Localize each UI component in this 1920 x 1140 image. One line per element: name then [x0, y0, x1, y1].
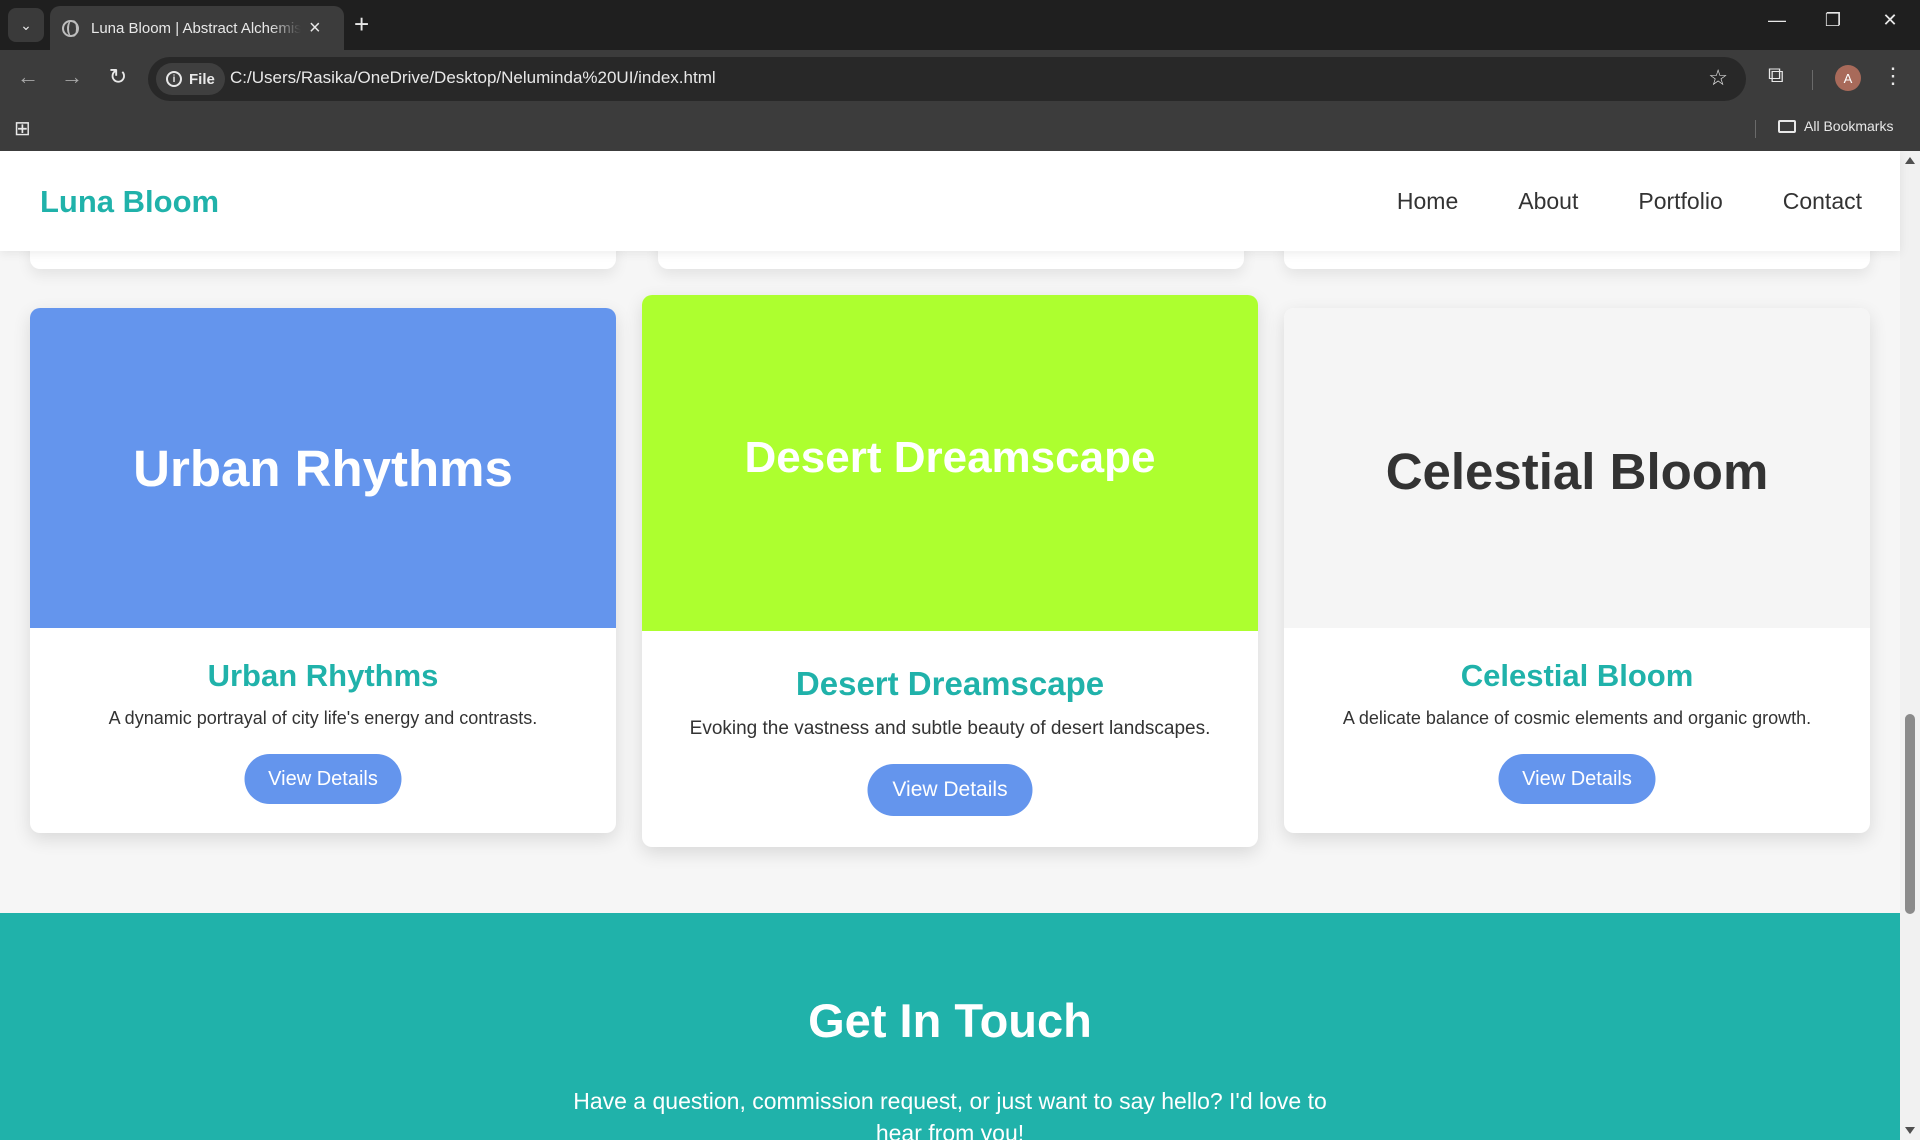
site-header: Luna Bloom Home About Portfolio Contact: [0, 151, 1900, 251]
card-description: A dynamic portrayal of city life's energ…: [108, 708, 538, 728]
card-title: Desert Dreamscape: [795, 665, 1105, 702]
contact-heading: Get In Touch: [808, 994, 1092, 1047]
artwork-image: Desert Dreamscape: [642, 295, 1258, 631]
page-scrollbar[interactable]: [1900, 151, 1920, 1140]
view-details-button[interactable]: View Details: [1498, 754, 1656, 804]
view-details-button[interactable]: View Details: [244, 754, 402, 804]
address-bar[interactable]: i File C:/Users/Rasika/OneDrive/Desktop/…: [148, 57, 1746, 101]
url-text[interactable]: C:/Users/Rasika/OneDrive/Desktop/Nelumin…: [230, 68, 716, 88]
tab-title: Luna Bloom | Abstract Alchemist: [91, 19, 301, 37]
new-tab-button[interactable]: +: [354, 11, 369, 37]
globe-icon: [62, 19, 79, 37]
card-description: A delicate balance of cosmic elements an…: [1342, 708, 1812, 728]
profile-avatar[interactable]: A: [1835, 65, 1861, 91]
browser-tab[interactable]: Luna Bloom | Abstract Alchemist ×: [50, 6, 344, 50]
page-viewport: Luna Bloom Home About Portfolio Contact …: [0, 151, 1920, 1140]
minimize-icon[interactable]: —: [1762, 10, 1792, 31]
bookmarks-bar: ⊞ All Bookmarks: [0, 108, 1920, 151]
main-nav: Home About Portfolio Contact: [1397, 188, 1862, 215]
nav-about[interactable]: About: [1518, 188, 1578, 215]
nav-portfolio[interactable]: Portfolio: [1638, 188, 1722, 215]
portfolio-card[interactable]: Urban Rhythms Urban Rhythms A dynamic po…: [30, 308, 616, 833]
reload-icon[interactable]: ↻: [103, 64, 133, 90]
card-title: Urban Rhythms: [207, 658, 439, 693]
site-info-label: File: [189, 70, 215, 88]
card-title: Celestial Bloom: [1460, 658, 1694, 693]
all-bookmarks-label: All Bookmarks: [1804, 118, 1894, 134]
bookmarks-divider: [1755, 120, 1756, 138]
restore-icon[interactable]: ❐: [1818, 10, 1848, 31]
close-window-icon[interactable]: ✕: [1875, 10, 1905, 31]
nav-home[interactable]: Home: [1397, 188, 1458, 215]
contact-text: Have a question, commission request, or …: [573, 1088, 1327, 1140]
scrollbar-thumb[interactable]: [1905, 714, 1915, 914]
tab-search-button[interactable]: ⌄: [8, 8, 44, 42]
info-icon: i: [166, 71, 182, 87]
portfolio-card[interactable]: Desert Dreamscape Desert Dreamscape Evok…: [642, 295, 1258, 847]
artwork-image: Celestial Bloom: [1284, 308, 1870, 628]
chevron-down-icon: ⌄: [20, 16, 32, 33]
card-description: Evoking the vastness and subtle beauty o…: [689, 718, 1211, 739]
view-details-button[interactable]: View Details: [867, 764, 1033, 816]
extensions-icon[interactable]: ⧉: [1768, 62, 1784, 88]
tab-strip: ⌄ Luna Bloom | Abstract Alchemist × + — …: [0, 0, 1920, 50]
toolbar-divider: [1812, 70, 1813, 90]
browser-toolbar: ← → ↻ i File C:/Users/Rasika/OneDrive/De…: [0, 50, 1920, 108]
menu-kebab-icon[interactable]: ⋮: [1882, 63, 1904, 89]
folder-icon: [1778, 119, 1796, 133]
bookmark-star-icon[interactable]: ☆: [1708, 65, 1728, 91]
back-icon[interactable]: ←: [13, 64, 43, 90]
scroll-up-arrow-icon[interactable]: [1905, 157, 1915, 164]
contact-section: Get In Touch Have a question, commission…: [0, 913, 1900, 1140]
scroll-down-arrow-icon[interactable]: [1905, 1127, 1915, 1134]
nav-contact[interactable]: Contact: [1783, 188, 1862, 215]
artwork-image: Urban Rhythms: [30, 308, 616, 628]
site-logo[interactable]: Luna Bloom: [40, 184, 219, 220]
apps-grid-icon[interactable]: ⊞: [14, 116, 31, 141]
portfolio-card[interactable]: Celestial Bloom Celestial Bloom A delica…: [1284, 308, 1870, 833]
forward-icon[interactable]: →: [57, 64, 87, 90]
site-info-chip[interactable]: i File: [156, 63, 225, 95]
all-bookmarks-button[interactable]: All Bookmarks: [1778, 118, 1893, 134]
close-tab-icon[interactable]: ×: [309, 17, 321, 40]
